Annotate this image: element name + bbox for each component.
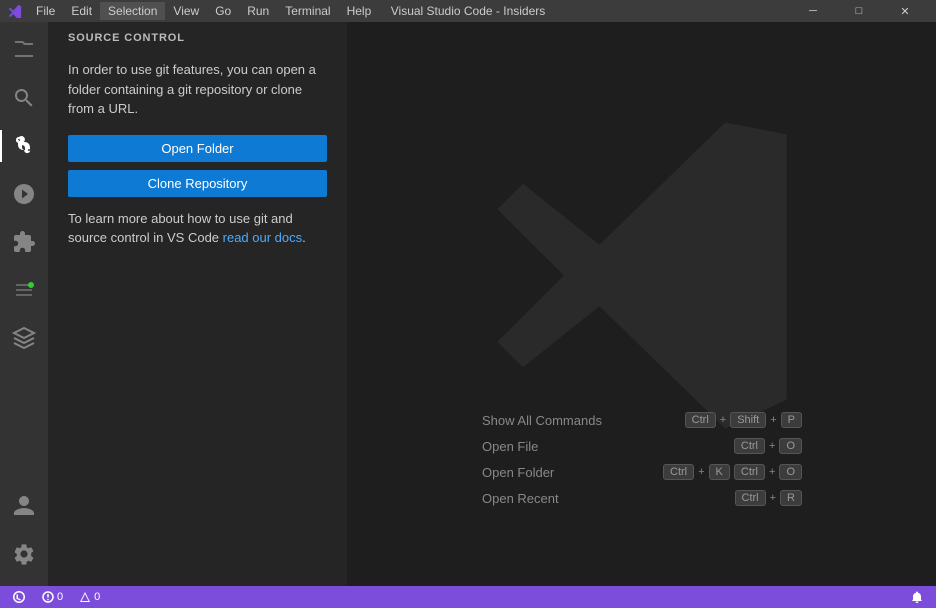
sidebar-footer-text: To learn more about how to use git and s…: [68, 209, 327, 248]
sidebar-description: In order to use git features, you can op…: [68, 60, 327, 119]
shortcut-open-file-label: Open File: [482, 439, 538, 454]
key-o-2: O: [779, 464, 802, 480]
open-folder-button[interactable]: Open Folder: [68, 135, 327, 162]
key-shift-1: Shift: [730, 412, 766, 428]
key-r: R: [780, 490, 802, 506]
activity-settings[interactable]: [0, 530, 48, 578]
key-ctrl-5: Ctrl: [735, 490, 766, 506]
key-ctrl-2: Ctrl: [734, 438, 765, 454]
shortcut-open-file: Open File Ctrl + O: [482, 438, 802, 454]
activity-remote-explorer[interactable]: [0, 266, 48, 314]
shortcut-open-recent-label: Open Recent: [482, 491, 559, 506]
activity-bar: [0, 22, 48, 586]
title-bar-left: File Edit Selection View Go Run Terminal…: [8, 2, 379, 20]
error-count: 0: [57, 591, 63, 603]
menu-view[interactable]: View: [165, 2, 207, 20]
status-remote[interactable]: [8, 586, 30, 608]
minimize-button[interactable]: ─: [790, 0, 836, 22]
menu-selection[interactable]: Selection: [100, 2, 165, 20]
shortcut-open-folder-keys: Ctrl + K Ctrl + O: [663, 464, 802, 480]
warning-status-icon: [79, 591, 91, 603]
activity-explorer[interactable]: [0, 26, 48, 74]
shortcut-show-commands-label: Show All Commands: [482, 413, 602, 428]
shortcuts-container: Show All Commands Ctrl + Shift + P Open …: [482, 412, 802, 506]
key-ctrl-1: Ctrl: [685, 412, 716, 428]
shortcut-open-folder: Open Folder Ctrl + K Ctrl + O: [482, 464, 802, 480]
menu-edit[interactable]: Edit: [63, 2, 100, 20]
window-title: Visual Studio Code - Insiders: [391, 4, 546, 18]
menu-run[interactable]: Run: [239, 2, 277, 20]
status-bar-right: [906, 586, 928, 608]
activity-account[interactable]: [0, 482, 48, 530]
title-bar: File Edit Selection View Go Run Terminal…: [0, 0, 936, 22]
activity-search[interactable]: [0, 74, 48, 122]
shortcut-open-recent-keys: Ctrl + R: [735, 490, 803, 506]
activity-branch[interactable]: [0, 314, 48, 362]
shortcut-open-folder-label: Open Folder: [482, 465, 554, 480]
status-warnings[interactable]: 0: [75, 586, 104, 608]
vscode-watermark: [472, 97, 812, 442]
editor-area: Show All Commands Ctrl + Shift + P Open …: [348, 22, 936, 586]
main-area: Source Control In order to use git featu…: [0, 22, 936, 586]
menu-terminal[interactable]: Terminal: [277, 2, 338, 20]
shortcut-show-commands-keys: Ctrl + Shift + P: [685, 412, 802, 428]
status-bell[interactable]: [906, 586, 928, 608]
shortcut-open-recent: Open Recent Ctrl + R: [482, 490, 802, 506]
menu-go[interactable]: Go: [207, 2, 239, 20]
sidebar-content: In order to use git features, you can op…: [48, 52, 347, 586]
menu-help[interactable]: Help: [339, 2, 380, 20]
key-o-1: O: [779, 438, 802, 454]
shortcut-show-commands: Show All Commands Ctrl + Shift + P: [482, 412, 802, 428]
status-bar-left: 0 0: [8, 586, 104, 608]
vscode-app-icon: [8, 4, 22, 18]
activity-bar-bottom: [0, 482, 48, 586]
shortcut-open-file-keys: Ctrl + O: [734, 438, 802, 454]
warning-count: 0: [94, 591, 100, 603]
activity-extensions[interactable]: [0, 218, 48, 266]
error-status-icon: [42, 591, 54, 603]
window-controls: ─ □ ✕: [790, 0, 928, 22]
key-k: K: [709, 464, 730, 480]
menu-bar: File Edit Selection View Go Run Terminal…: [28, 2, 379, 20]
status-errors[interactable]: 0: [38, 586, 67, 608]
activity-source-control[interactable]: [0, 122, 48, 170]
maximize-button[interactable]: □: [836, 0, 882, 22]
clone-repository-button[interactable]: Clone Repository: [68, 170, 327, 197]
key-ctrl-4: Ctrl: [734, 464, 765, 480]
footer-text-after-link: .: [302, 230, 306, 245]
key-p: P: [781, 412, 802, 428]
status-bar: 0 0: [0, 586, 936, 608]
bell-status-icon: [910, 590, 924, 604]
close-button[interactable]: ✕: [882, 0, 928, 22]
read-docs-link[interactable]: read our docs: [223, 230, 303, 245]
key-ctrl-3: Ctrl: [663, 464, 694, 480]
menu-file[interactable]: File: [28, 2, 63, 20]
sidebar: Source Control In order to use git featu…: [48, 22, 348, 586]
sidebar-header: Source Control: [48, 22, 347, 52]
remote-status-icon: [12, 590, 26, 604]
activity-run-debug[interactable]: [0, 170, 48, 218]
